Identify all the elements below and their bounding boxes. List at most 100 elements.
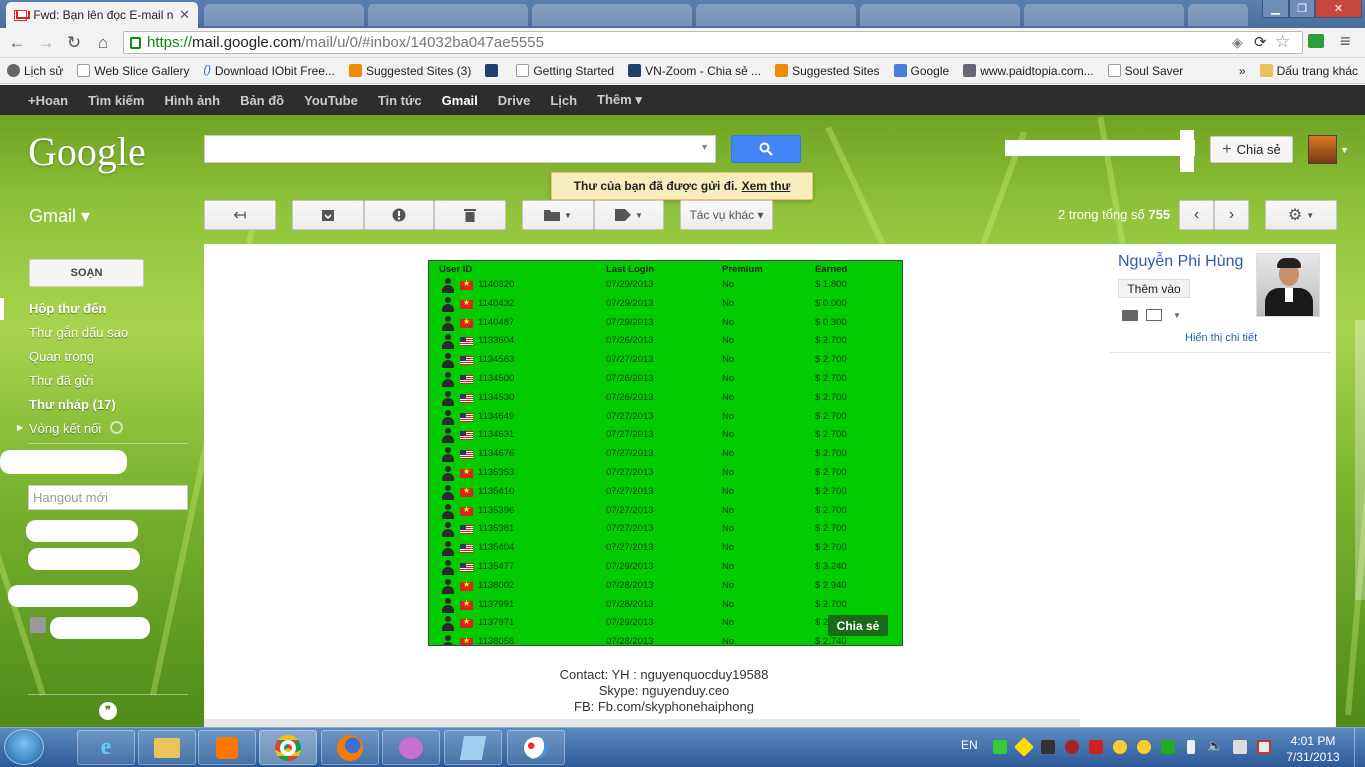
gbar-item-news[interactable]: Tin tức [378, 93, 422, 108]
taskbar-chrome[interactable] [259, 730, 317, 765]
gbar-item-calendar[interactable]: Lịch [550, 93, 577, 108]
labels-button[interactable]: ▼ [594, 200, 664, 230]
sidebar-item-starred[interactable]: Thư gắn dấu sao [29, 325, 128, 340]
browser-tab[interactable] [1188, 4, 1248, 26]
close-window-icon[interactable]: ✕ [1315, 0, 1362, 18]
bookmark-item[interactable]: Google [887, 64, 957, 78]
sidebar-item-sent[interactable]: Thư đã gửi [29, 373, 93, 388]
move-to-button[interactable]: ▼ [522, 200, 594, 230]
bookmark-item[interactable]: Lịch sử [0, 64, 70, 78]
contact-avatar[interactable] [30, 617, 46, 633]
browser-tab[interactable] [368, 4, 528, 26]
taskbar-media-player[interactable] [198, 730, 256, 765]
taskbar-app[interactable] [444, 730, 502, 765]
reload-icon[interactable]: ↻ [64, 33, 84, 53]
tray-icon[interactable] [1041, 740, 1055, 754]
gbar-item-search[interactable]: Tìm kiếm [88, 93, 144, 108]
extension-green-icon[interactable] [1308, 34, 1324, 48]
account-avatar[interactable] [1308, 135, 1337, 164]
other-bookmarks[interactable]: Dấu trang khác [1253, 64, 1365, 78]
menu-icon[interactable]: ≡ [1340, 31, 1351, 52]
gbar-item-images[interactable]: Hình ảnh [164, 93, 220, 108]
sender-photo[interactable] [1256, 253, 1320, 317]
chevron-down-icon[interactable]: ▼ [1340, 145, 1349, 155]
close-tab-icon[interactable]: ✕ [179, 7, 190, 23]
tray-icon[interactable] [1137, 740, 1151, 754]
gbar-item-gmail[interactable]: Gmail [442, 93, 478, 108]
extension-icon[interactable]: ◈ [1232, 34, 1243, 51]
bookmark-item[interactable]: VN-Zoom - Chia sẻ ... [621, 64, 768, 78]
older-button[interactable]: › [1214, 200, 1249, 230]
browser-tab[interactable] [1024, 4, 1184, 26]
gmail-menu[interactable]: Gmail ▾ [29, 206, 90, 227]
taskbar-messenger[interactable] [382, 730, 440, 765]
chevron-down-icon[interactable]: ▼ [1173, 311, 1181, 320]
show-desktop-button[interactable] [1354, 728, 1365, 767]
newer-button[interactable]: ‹ [1179, 200, 1214, 230]
maximize-icon[interactable]: ❐ [1289, 0, 1315, 18]
taskbar-firefox[interactable] [321, 730, 379, 765]
new-hangout-input[interactable]: Hangout mới [28, 485, 188, 510]
share-button[interactable]: + Chia sẻ [1210, 136, 1293, 163]
compose-button[interactable]: SOẠN [29, 259, 144, 287]
delete-button[interactable] [434, 200, 506, 230]
gbar-item-youtube[interactable]: YouTube [304, 93, 358, 108]
sidebar-item-inbox[interactable]: Hộp thư đến [29, 301, 106, 316]
tray-icon[interactable] [993, 740, 1007, 754]
browser-tab[interactable] [532, 4, 692, 26]
back-icon[interactable]: ← [7, 33, 27, 53]
settings-button[interactable]: ⚙ ▼ [1265, 200, 1337, 230]
bookmarks-overflow[interactable]: » [1232, 64, 1253, 78]
star-icon[interactable]: ☆ [1275, 32, 1290, 52]
browser-tab[interactable] [696, 4, 856, 26]
forward-icon[interactable]: → [36, 33, 56, 53]
email-icon[interactable] [1146, 309, 1162, 321]
browser-tab[interactable] [204, 4, 364, 26]
bookmark-item[interactable]: www.paidtopia.com... [956, 64, 1100, 78]
taskbar-paint[interactable] [507, 730, 565, 765]
start-button[interactable] [4, 729, 44, 765]
battery-icon[interactable] [1187, 740, 1195, 754]
message-icon[interactable] [1122, 310, 1138, 321]
horizontal-scrollbar[interactable] [204, 719, 1080, 727]
action-center-icon[interactable] [1257, 740, 1271, 754]
network-icon[interactable] [1233, 740, 1247, 754]
sync-icon[interactable]: ⟳ [1254, 33, 1267, 51]
show-details-link[interactable]: Hiển thị chi tiết [1185, 332, 1257, 344]
hangouts-icon[interactable]: ❞ [99, 702, 117, 720]
browser-tab[interactable] [860, 4, 1020, 26]
volume-icon[interactable]: 🔈 [1207, 738, 1223, 754]
bookmark-item[interactable]: Getting Started [509, 64, 621, 78]
sidebar-item-important[interactable]: Quan trọng [29, 349, 94, 364]
more-actions-button[interactable]: Tác vụ khác ▾ [680, 200, 773, 230]
add-to-circles-button[interactable]: Thêm vào [1118, 279, 1190, 298]
search-button[interactable] [731, 135, 801, 163]
tray-icon[interactable] [1089, 740, 1103, 754]
vertical-scrollbar[interactable] [1355, 320, 1365, 600]
taskbar-clock[interactable]: 4:01 PM 7/31/2013 [1278, 733, 1348, 765]
search-options-icon[interactable]: ▼ [700, 142, 709, 152]
minimize-icon[interactable]: ▁ [1262, 0, 1289, 18]
archive-button[interactable] [292, 200, 364, 230]
image-share-button[interactable]: Chia sẻ [828, 615, 888, 636]
bookmark-item[interactable]: () Download IObit Free... [197, 64, 342, 78]
language-indicator[interactable]: EN [961, 738, 978, 752]
bookmark-item[interactable] [478, 64, 509, 77]
tray-icon[interactable] [1065, 740, 1079, 754]
browser-tab-active[interactable]: Fwd: Bạn lên đọc E-mail n ✕ [6, 2, 198, 28]
sidebar-item-circles[interactable]: Vòng kết nối [29, 421, 101, 436]
bookmark-item[interactable]: Web Slice Gallery [70, 64, 196, 78]
tray-icon[interactable] [1161, 740, 1175, 754]
sender-name[interactable]: Nguyễn Phi Hùng [1118, 253, 1243, 271]
address-bar[interactable]: https://mail.google.com/mail/u/0/#inbox/… [123, 31, 1303, 54]
bookmark-item[interactable]: Suggested Sites (3) [342, 64, 478, 78]
gbar-item-plus[interactable]: +Hoan [28, 93, 68, 108]
report-spam-button[interactable] [364, 200, 434, 230]
bookmark-item[interactable]: Suggested Sites [768, 64, 886, 78]
taskbar-ie[interactable]: e [77, 730, 135, 765]
gbar-item-drive[interactable]: Drive [498, 93, 531, 108]
expand-arrow-icon[interactable]: ▶ [17, 423, 23, 432]
gbar-item-more[interactable]: Thêm ▾ [597, 92, 642, 108]
home-icon[interactable]: ⌂ [93, 33, 113, 53]
taskbar-explorer[interactable] [138, 730, 196, 765]
